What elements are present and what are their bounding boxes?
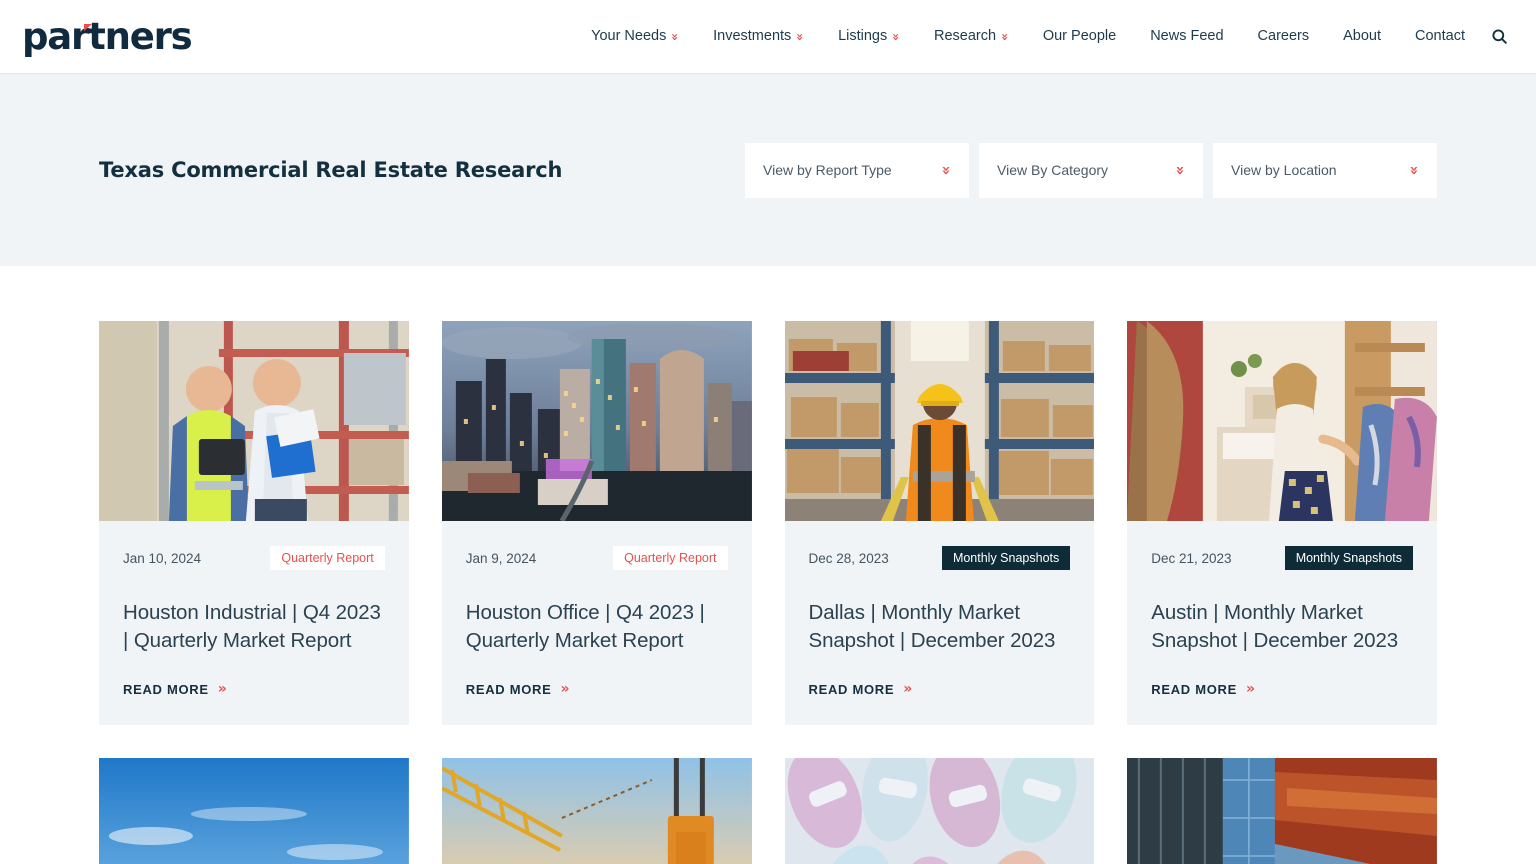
filter-label: View by Report Type: [763, 162, 892, 178]
report-card[interactable]: [784, 757, 1095, 864]
read-more-label: READ MORE: [465, 681, 552, 697]
report-card[interactable]: [99, 757, 409, 864]
nav-label: Investments: [713, 28, 792, 45]
nav-label: Listings: [838, 28, 888, 45]
status-badge[interactable]: Monthly Snapshots: [941, 545, 1071, 571]
site-header: partners Your Needs » Investments » List…: [0, 0, 1536, 74]
card-date: Dec 28, 2023: [808, 550, 889, 566]
card-date: Dec 21, 2023: [1151, 550, 1232, 566]
nav-item-listings[interactable]: Listings »: [821, 29, 917, 44]
card-title: Austin | Monthly Market Snapshot | Decem…: [1151, 601, 1399, 653]
research-hero-band: Texas Commercial Real Estate Research Vi…: [0, 74, 1536, 266]
nav-item-our-people[interactable]: Our People: [1026, 29, 1133, 44]
report-card[interactable]: Dec 21, 2023 Monthly Snapshots Austin | …: [1127, 321, 1437, 725]
card-thumbnail-blue-sky-towers: [99, 757, 409, 864]
nav-item-investments[interactable]: Investments »: [696, 29, 821, 44]
filter-label: View By Category: [997, 162, 1109, 178]
status-badge[interactable]: Monthly Snapshots: [1284, 545, 1413, 571]
nav-label: About: [1343, 28, 1382, 45]
read-more-label: READ MORE: [1151, 681, 1237, 697]
main-navigation: Your Needs » Investments » Listings » Re…: [574, 24, 1512, 50]
site-logo[interactable]: partners: [22, 15, 193, 58]
read-more-link[interactable]: READ MORE »: [123, 682, 385, 697]
report-card[interactable]: [441, 757, 752, 864]
nav-label: Research: [934, 28, 997, 45]
filter-location[interactable]: View by Location »: [1213, 142, 1437, 198]
card-title: Dallas | Monthly Market Snapshot | Decem…: [808, 601, 1056, 653]
report-card[interactable]: [1127, 757, 1437, 864]
nav-item-contact[interactable]: Contact: [1398, 29, 1482, 44]
report-card[interactable]: Jan 10, 2024 Quarterly Report Houston In…: [99, 321, 409, 725]
chevron-double-down-icon: »: [889, 32, 904, 41]
nav-item-research[interactable]: Research »: [917, 29, 1026, 44]
read-more-link[interactable]: READ MORE »: [809, 682, 1071, 697]
nav-item-your-needs[interactable]: Your Needs »: [574, 29, 696, 44]
report-card-grid-row-2: [99, 757, 1437, 864]
search-icon[interactable]: [1486, 24, 1512, 50]
card-thumbnail-retail-boutique: [1127, 321, 1437, 521]
chevron-double-down-icon: »: [668, 32, 683, 41]
read-more-label: READ MORE: [123, 681, 209, 697]
filter-report-type[interactable]: View by Report Type »: [745, 142, 969, 198]
card-thumbnail-warehouse-worker: [784, 321, 1095, 521]
card-date: Jan 10, 2024: [123, 550, 202, 566]
research-results: Jan 10, 2024 Quarterly Report Houston In…: [0, 266, 1536, 864]
chevron-double-right-icon: »: [903, 681, 913, 698]
chevron-double-down-icon: »: [937, 165, 956, 175]
page-title: Texas Commercial Real Estate Research: [99, 158, 563, 182]
card-thumbnail-warehouse-workers: [99, 321, 409, 521]
chevron-double-right-icon: »: [1246, 681, 1256, 698]
card-meta: Jan 10, 2024 Quarterly Report: [123, 545, 385, 571]
read-more-link[interactable]: READ MORE »: [1151, 682, 1413, 697]
card-thumbnail-glass-facade-sunset: [1127, 757, 1437, 864]
card-thumbnail-pastel-packaging: [784, 757, 1095, 864]
card-thumbnail-houston-skyline: [441, 321, 752, 521]
chevron-double-right-icon: »: [560, 681, 570, 698]
report-card[interactable]: Jan 9, 2024 Quarterly Report Houston Off…: [441, 321, 752, 725]
nav-label: News Feed: [1150, 28, 1224, 45]
card-title: Houston Office | Q4 2023 | Quarterly Mar…: [465, 601, 705, 653]
nav-item-news-feed[interactable]: News Feed: [1133, 29, 1240, 44]
nav-label: Careers: [1257, 28, 1310, 45]
report-card[interactable]: Dec 28, 2023 Monthly Snapshots Dallas | …: [784, 321, 1095, 725]
report-card-grid: Jan 10, 2024 Quarterly Report Houston In…: [99, 321, 1437, 725]
chevron-double-right-icon: »: [217, 681, 227, 698]
card-meta: Dec 21, 2023 Monthly Snapshots: [1151, 545, 1413, 571]
chevron-double-down-icon: »: [1405, 165, 1424, 175]
nav-label: Contact: [1415, 28, 1465, 45]
filter-category[interactable]: View By Category »: [979, 142, 1203, 198]
status-badge[interactable]: Quarterly Report: [613, 545, 728, 571]
chevron-double-down-icon: »: [1171, 165, 1190, 175]
nav-item-careers[interactable]: Careers: [1241, 29, 1327, 44]
card-meta: Jan 9, 2024 Quarterly Report: [466, 545, 728, 571]
card-title: Houston Industrial | Q4 2023 | Quarterly…: [123, 601, 381, 653]
card-thumbnail-construction-crane: [441, 757, 752, 864]
status-badge[interactable]: Quarterly Report: [270, 545, 385, 571]
logo-text: partners: [22, 15, 193, 58]
nav-item-about[interactable]: About: [1326, 29, 1398, 44]
nav-label: Your Needs: [591, 28, 667, 45]
read-more-link[interactable]: READ MORE »: [466, 682, 728, 697]
filter-label: View by Location: [1231, 162, 1337, 178]
card-meta: Dec 28, 2023 Monthly Snapshots: [809, 545, 1071, 571]
chevron-double-down-icon: »: [997, 32, 1012, 41]
nav-label: Our People: [1042, 28, 1117, 45]
card-date: Jan 9, 2024: [465, 550, 537, 566]
chevron-double-down-icon: »: [793, 32, 808, 41]
filter-bar: View by Report Type » View By Category »…: [745, 142, 1437, 198]
logo-accent-mark: [84, 24, 92, 31]
read-more-label: READ MORE: [808, 681, 895, 697]
